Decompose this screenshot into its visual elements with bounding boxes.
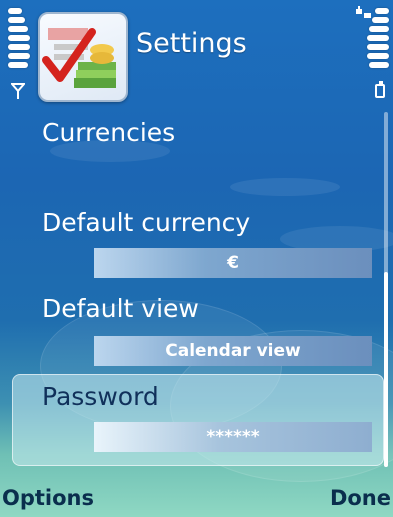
scrollbar-thumb[interactable] bbox=[384, 272, 388, 467]
setting-value-default-view[interactable]: Calendar view bbox=[94, 336, 372, 366]
signal-strength-bars bbox=[8, 8, 30, 71]
scrollbar-track[interactable] bbox=[384, 112, 388, 467]
signal-bar bbox=[8, 17, 25, 23]
antenna-icon bbox=[11, 83, 25, 99]
battery-bar bbox=[367, 35, 389, 41]
setting-label-default-view[interactable]: Default view bbox=[42, 294, 199, 323]
signal-bar bbox=[8, 8, 22, 14]
currency-settings-icon bbox=[38, 12, 128, 102]
signal-bar bbox=[8, 53, 30, 59]
signal-bar bbox=[8, 35, 30, 41]
options-softkey[interactable]: Options bbox=[2, 486, 94, 510]
background-streak bbox=[230, 178, 340, 196]
page-title: Settings bbox=[136, 28, 247, 59]
battery-icon bbox=[375, 81, 385, 98]
battery-bar bbox=[372, 17, 389, 23]
signal-bar bbox=[8, 44, 30, 50]
setting-label-password[interactable]: Password bbox=[42, 382, 159, 411]
setting-label-default-currency[interactable]: Default currency bbox=[42, 208, 250, 237]
signal-bar bbox=[8, 26, 28, 32]
battery-bar bbox=[367, 53, 389, 59]
setting-value-default-currency[interactable]: € bbox=[94, 248, 372, 278]
setting-value-password[interactable]: ****** bbox=[94, 422, 372, 452]
currency-settings-icon-graphic bbox=[42, 28, 116, 88]
section-title: Currencies bbox=[42, 118, 176, 147]
battery-bar bbox=[369, 26, 389, 32]
connection-icon bbox=[356, 6, 371, 18]
battery-bar bbox=[375, 8, 389, 14]
done-softkey[interactable]: Done bbox=[330, 486, 391, 510]
signal-bar bbox=[8, 62, 28, 68]
battery-bar bbox=[369, 62, 389, 68]
battery-bar bbox=[367, 44, 389, 50]
settings-screen: Settings Currencies Default currency € D… bbox=[0, 0, 393, 517]
